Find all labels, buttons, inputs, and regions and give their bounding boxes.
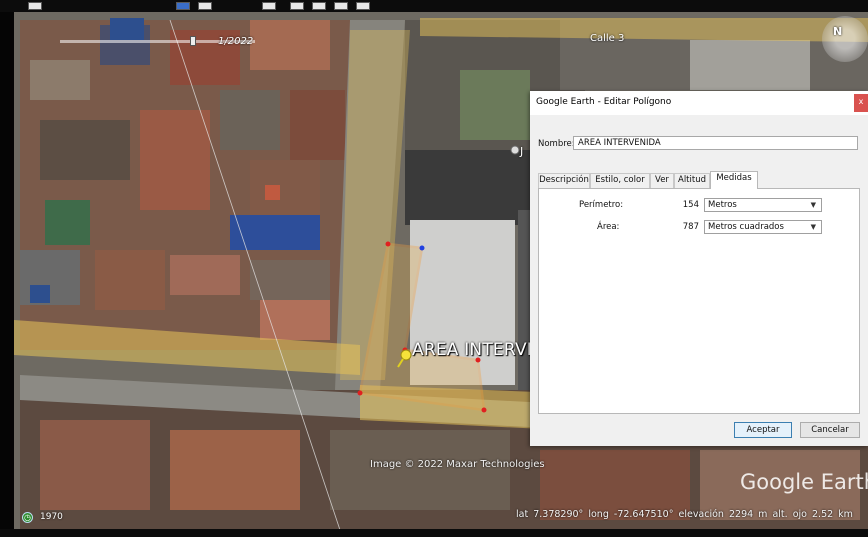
toolbar-icon[interactable] — [262, 2, 276, 10]
cancel-button[interactable]: Cancelar — [800, 422, 860, 438]
slider-knob[interactable] — [190, 36, 196, 46]
area-unit-select[interactable]: Metros cuadrados ▼ — [704, 220, 822, 234]
tab-altitud[interactable]: Altitud — [674, 173, 710, 188]
area-unit: Metros cuadrados — [708, 222, 784, 232]
lat-value: 7.378290° — [533, 509, 584, 520]
tab-medidas[interactable]: Medidas — [710, 171, 758, 189]
toolbar-icon[interactable] — [356, 2, 370, 10]
toolbar-icon[interactable] — [198, 2, 212, 10]
close-button[interactable]: x — [854, 94, 868, 112]
perimeter-value: 154 — [682, 200, 699, 210]
name-label: Nombre: — [538, 139, 575, 149]
tab-estilo-color[interactable]: Estilo, color — [590, 173, 650, 188]
area-value: 787 — [682, 222, 699, 232]
road-label: Calle 3 — [590, 33, 625, 44]
dialog-title: Google Earth - Editar Polígono — [536, 97, 672, 107]
historical-clock-icon[interactable]: ◷ — [22, 512, 33, 523]
toolbar-icon[interactable] — [334, 2, 348, 10]
elevation-label: elevación — [678, 509, 724, 520]
lat-label: lat — [516, 509, 529, 520]
toolbar-icon[interactable] — [176, 2, 190, 10]
eye-alt-label: alt. ojo — [772, 509, 807, 520]
accept-button[interactable]: Aceptar — [734, 422, 792, 438]
area-label: Área: — [597, 222, 620, 232]
toolbar-icon[interactable] — [290, 2, 304, 10]
perimeter-unit: Metros — [708, 200, 737, 210]
status-bar: lat 7.378290° long -72.647510° elevación… — [516, 509, 868, 527]
name-input[interactable]: AREA INTERVENIDA — [573, 136, 858, 150]
measures-panel: Perímetro: 154 Metros ▼ Área: 787 Metros… — [538, 188, 860, 414]
eye-alt-value: 2.52 km — [812, 509, 853, 520]
toolbar-strip — [0, 0, 868, 12]
edit-polygon-dialog: Google Earth - Editar Polígono x Nombre:… — [530, 91, 868, 446]
toolbar-icon[interactable] — [28, 2, 42, 10]
tab-ver[interactable]: Ver — [650, 173, 674, 188]
perimeter-unit-select[interactable]: Metros ▼ — [704, 198, 822, 212]
window-left-frame — [0, 0, 14, 537]
elevation-value: 2294 m — [728, 509, 768, 520]
toolbar-icon[interactable] — [312, 2, 326, 10]
north-indicator-icon: N — [833, 25, 843, 38]
chevron-down-icon: ▼ — [810, 223, 816, 231]
tab-descripcion[interactable]: Descripción — [538, 173, 590, 188]
imagery-date: 1/2022 — [218, 36, 254, 47]
history-year: 1970 — [40, 512, 63, 522]
dialog-titlebar[interactable]: Google Earth - Editar Polígono x — [530, 91, 868, 115]
pin-label-partial: J — [520, 145, 524, 158]
navigation-compass[interactable]: N — [822, 16, 868, 62]
imagery-credit: Image © 2022 Maxar Technologies — [370, 459, 545, 470]
window-bottom-frame — [0, 529, 868, 537]
long-label: long — [588, 509, 609, 520]
chevron-down-icon: ▼ — [810, 201, 816, 209]
perimeter-label: Perímetro: — [579, 200, 624, 210]
long-value: -72.647510° — [613, 509, 674, 520]
google-earth-logo: Google Earth — [740, 470, 868, 494]
